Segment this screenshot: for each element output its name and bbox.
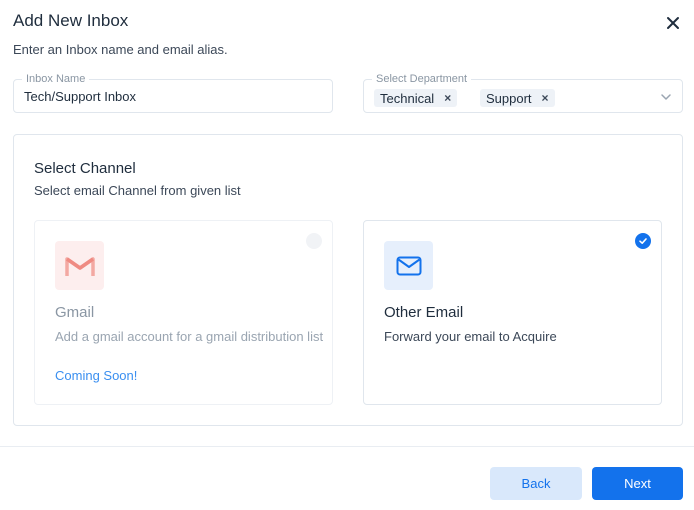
back-button[interactable]: Back (490, 467, 582, 500)
channel-subtitle: Select email Channel from given list (34, 183, 241, 198)
inbox-name-field[interactable]: Inbox Name Tech/Support Inbox (13, 72, 333, 113)
gmail-description: Add a gmail account for a gmail distribu… (55, 329, 324, 344)
department-chip-technical: Technical × (374, 89, 458, 107)
next-button[interactable]: Next (592, 467, 683, 500)
chip-label: Support (486, 90, 532, 106)
mail-icon (396, 256, 421, 275)
other-email-radio-checked[interactable] (635, 233, 651, 249)
page-title: Add New Inbox (13, 11, 129, 30)
gmail-icon (64, 256, 95, 276)
page-subtitle: Enter an Inbox name and email alias. (13, 42, 228, 57)
check-icon (639, 238, 647, 244)
inbox-name-label: Inbox Name (22, 72, 90, 86)
gmail-coming-soon: Coming Soon! (55, 368, 138, 383)
mail-icon-tile (384, 241, 433, 290)
channel-title: Select Channel (34, 160, 136, 177)
channel-panel: Select Channel Select email Channel from… (13, 134, 683, 426)
channel-card-other-email[interactable]: Other Email Forward your email to Acquir… (363, 220, 662, 405)
department-label: Select Department (372, 72, 472, 86)
other-email-name: Other Email (384, 304, 464, 321)
channel-card-gmail: Gmail Add a gmail account for a gmail di… (34, 220, 333, 405)
department-chip-support: Support × (480, 89, 555, 107)
close-icon[interactable] (663, 13, 683, 33)
chip-label: Technical (380, 90, 435, 106)
close-button[interactable] (663, 13, 683, 33)
chip-remove-icon[interactable]: × (542, 91, 549, 105)
inbox-name-input[interactable]: Tech/Support Inbox (24, 89, 136, 104)
department-select[interactable]: Select Department Technical × Support × (363, 72, 683, 113)
chevron-down-icon[interactable] (660, 91, 672, 103)
gmail-name: Gmail (55, 304, 95, 321)
other-email-description: Forward your email to Acquire (384, 329, 557, 344)
gmail-icon-tile (55, 241, 104, 290)
chip-remove-icon[interactable]: × (444, 91, 451, 105)
footer-divider (0, 446, 694, 447)
gmail-radio (306, 233, 322, 249)
